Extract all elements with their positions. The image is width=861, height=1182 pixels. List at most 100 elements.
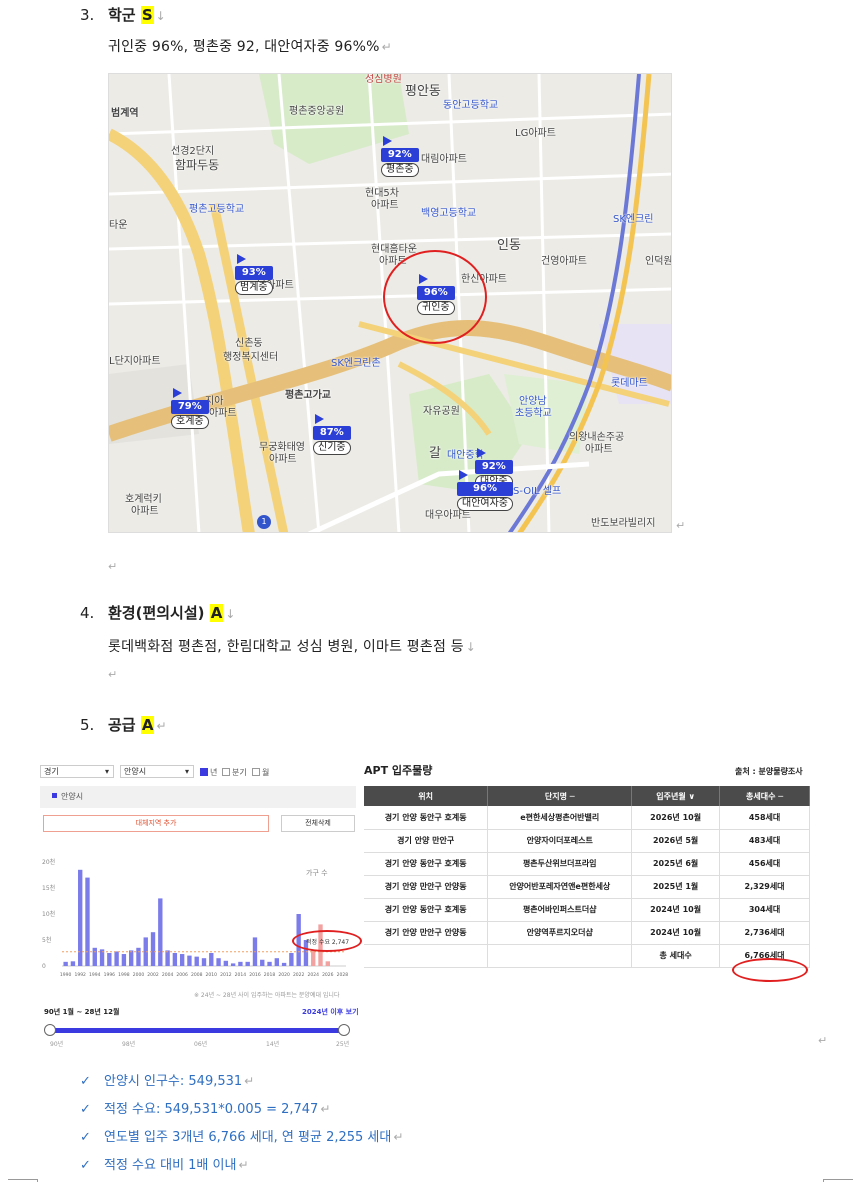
school-flag-pyeongchon[interactable]: 92% 평촌중 xyxy=(381,136,419,177)
column-header[interactable]: 단지명 ─ xyxy=(487,786,633,806)
map-label: 의왕내손주공 xyxy=(569,432,625,443)
bar-2024[interactable] xyxy=(311,950,316,966)
bar-2018[interactable] xyxy=(267,961,272,966)
bar-2026[interactable] xyxy=(325,961,330,966)
delete-all-button[interactable]: 전체삭제 xyxy=(281,815,355,832)
region-select[interactable]: 경기 ▾ xyxy=(40,765,114,778)
bar-1998[interactable] xyxy=(121,954,127,966)
slider-tick: 98년 xyxy=(122,1041,136,1048)
x-tick-label: 2020 xyxy=(278,972,290,978)
map-label: 안양남 xyxy=(519,396,547,407)
bar-2003[interactable] xyxy=(158,898,163,966)
bar-2010[interactable] xyxy=(209,953,214,966)
apt-supply-title: APT 입주물량 xyxy=(364,764,433,777)
bar-2017[interactable] xyxy=(260,959,265,966)
checkbox-month[interactable]: 월 xyxy=(252,767,269,778)
school-flag-singi[interactable]: 87% 신기중 xyxy=(313,414,351,455)
bar-2019[interactable] xyxy=(274,958,280,966)
bar-2014[interactable] xyxy=(238,961,243,966)
table-cell: 경기 안양 만안구 xyxy=(364,829,489,853)
bar-1990[interactable] xyxy=(63,961,68,966)
x-tick-label: 2010 xyxy=(206,972,218,978)
school-name: 호계중 xyxy=(171,415,209,429)
table-cell: 2025년 1월 xyxy=(631,875,721,899)
table-cell: 304세대 xyxy=(719,898,810,922)
x-tick-label: 2016 xyxy=(249,972,261,978)
bar-2020[interactable] xyxy=(281,962,287,966)
checkbox-year[interactable]: 년 xyxy=(200,767,217,778)
after-2024-link[interactable]: 2024년 이후 보기 xyxy=(302,1007,359,1017)
school-flag-daean-girls[interactable]: 96% 대안여자중 xyxy=(457,470,513,511)
paragraph-mark-icon: ↵ xyxy=(108,560,118,573)
school-rate: 79% xyxy=(171,400,209,414)
table-cell: 458세대 xyxy=(719,806,810,830)
x-tick-label: 2014 xyxy=(235,972,247,978)
checkbox-checked-icon xyxy=(200,768,208,776)
school-flag-hogye[interactable]: 79% 호계중 xyxy=(171,388,209,429)
column-header[interactable]: 총세대수 ─ xyxy=(719,786,810,806)
bar-1993[interactable] xyxy=(85,877,90,966)
bar-2000[interactable] xyxy=(136,947,141,966)
bar-2002[interactable] xyxy=(150,932,156,966)
flag-icon xyxy=(173,388,182,398)
x-tick-label: 2024 xyxy=(308,972,320,978)
check-item: ✓ 연도별 입주 3개년 6,766 세대, 연 평균 2,255 세대 ↵ xyxy=(80,1126,403,1145)
x-tick-label: 1990 xyxy=(60,972,72,978)
school-rate: 92% xyxy=(381,148,419,162)
map-label: 타운 xyxy=(109,220,128,231)
bar-2004[interactable] xyxy=(165,950,170,966)
bar-1996[interactable] xyxy=(107,953,112,966)
bar-2012[interactable] xyxy=(223,960,229,966)
table-cell: 평촌두산위브더프라임 xyxy=(487,852,633,876)
x-tick-label: 2018 xyxy=(264,972,276,978)
slider-handle-start[interactable] xyxy=(44,1024,56,1036)
map-label: 아파트 xyxy=(371,200,399,211)
check-item: ✓ 적정 수요 대비 1배 이내 ↵ xyxy=(80,1154,249,1173)
period-slider-track[interactable] xyxy=(50,1028,346,1033)
table-cell: 안양역푸르지오더샵 xyxy=(487,921,633,945)
bar-2006[interactable] xyxy=(179,954,185,966)
map-label: LG아파트 xyxy=(515,128,556,139)
bar-2009[interactable] xyxy=(201,958,207,966)
slider-handle-end[interactable] xyxy=(338,1024,350,1036)
bar-2011[interactable] xyxy=(216,958,221,966)
add-region-button[interactable]: 대체지역 추가 xyxy=(43,815,269,832)
slider-tick: 25년 xyxy=(336,1041,350,1048)
map-number-badge[interactable]: 1 xyxy=(257,515,271,529)
table-cell: 안양자이더포레스트 xyxy=(487,829,633,853)
map-label: L단지아파트 xyxy=(109,356,161,367)
bar-1999[interactable] xyxy=(128,950,134,966)
table-cell: 2,329세대 xyxy=(719,875,810,899)
map-label: 현대5차 xyxy=(365,188,399,199)
school-map[interactable]: 성심병원 평안동 동안고등학교 범계역 평촌중앙공원 LG아파트 선경2단지 함… xyxy=(108,73,672,533)
table-cell: 안양어반포레자연앤e편한세상 xyxy=(487,875,633,899)
bar-2008[interactable] xyxy=(194,956,199,966)
map-label: 인동 xyxy=(497,238,521,253)
bar-1991[interactable] xyxy=(70,961,76,966)
table-cell: 경기 안양 만안구 안양동 xyxy=(364,875,489,899)
checkbox-quarter[interactable]: 분기 xyxy=(222,767,247,778)
bar-2005[interactable] xyxy=(172,953,178,966)
bar-2015[interactable] xyxy=(245,961,250,966)
bar-1997[interactable] xyxy=(114,951,119,966)
map-label: 행정복지센터 xyxy=(223,352,279,363)
column-header[interactable]: 위치 xyxy=(364,786,489,806)
section-4-heading: 4. 환경(편의시설) A ↓ xyxy=(80,602,235,623)
paragraph-mark-icon: ↵ xyxy=(238,1158,249,1172)
school-rate: 87% xyxy=(313,426,351,440)
paragraph-mark-icon: ↵ xyxy=(320,1102,331,1116)
bar-2007[interactable] xyxy=(187,955,192,966)
y-tick-label: 10천 xyxy=(42,910,55,918)
column-header[interactable]: 입주년월 ∨ xyxy=(631,786,721,806)
source-label: 출처 : 분양물량조사 xyxy=(735,767,803,776)
school-name: 평촌중 xyxy=(381,163,419,177)
school-rates-text: 귀인중 96%, 평촌중 92, 대안여자중 96%% xyxy=(108,39,380,55)
bar-1994[interactable] xyxy=(92,947,97,966)
school-flag-beomgye[interactable]: 93% 범계중 xyxy=(235,254,273,295)
map-label: 무궁화태영 xyxy=(259,442,305,453)
city-select[interactable]: 안양시 ▾ xyxy=(120,765,194,778)
map-label: 평촌고가교 xyxy=(285,390,331,401)
map-label: 선경2단지 xyxy=(171,146,215,157)
bar-2013[interactable] xyxy=(230,963,236,966)
bar-2021[interactable] xyxy=(289,953,294,966)
